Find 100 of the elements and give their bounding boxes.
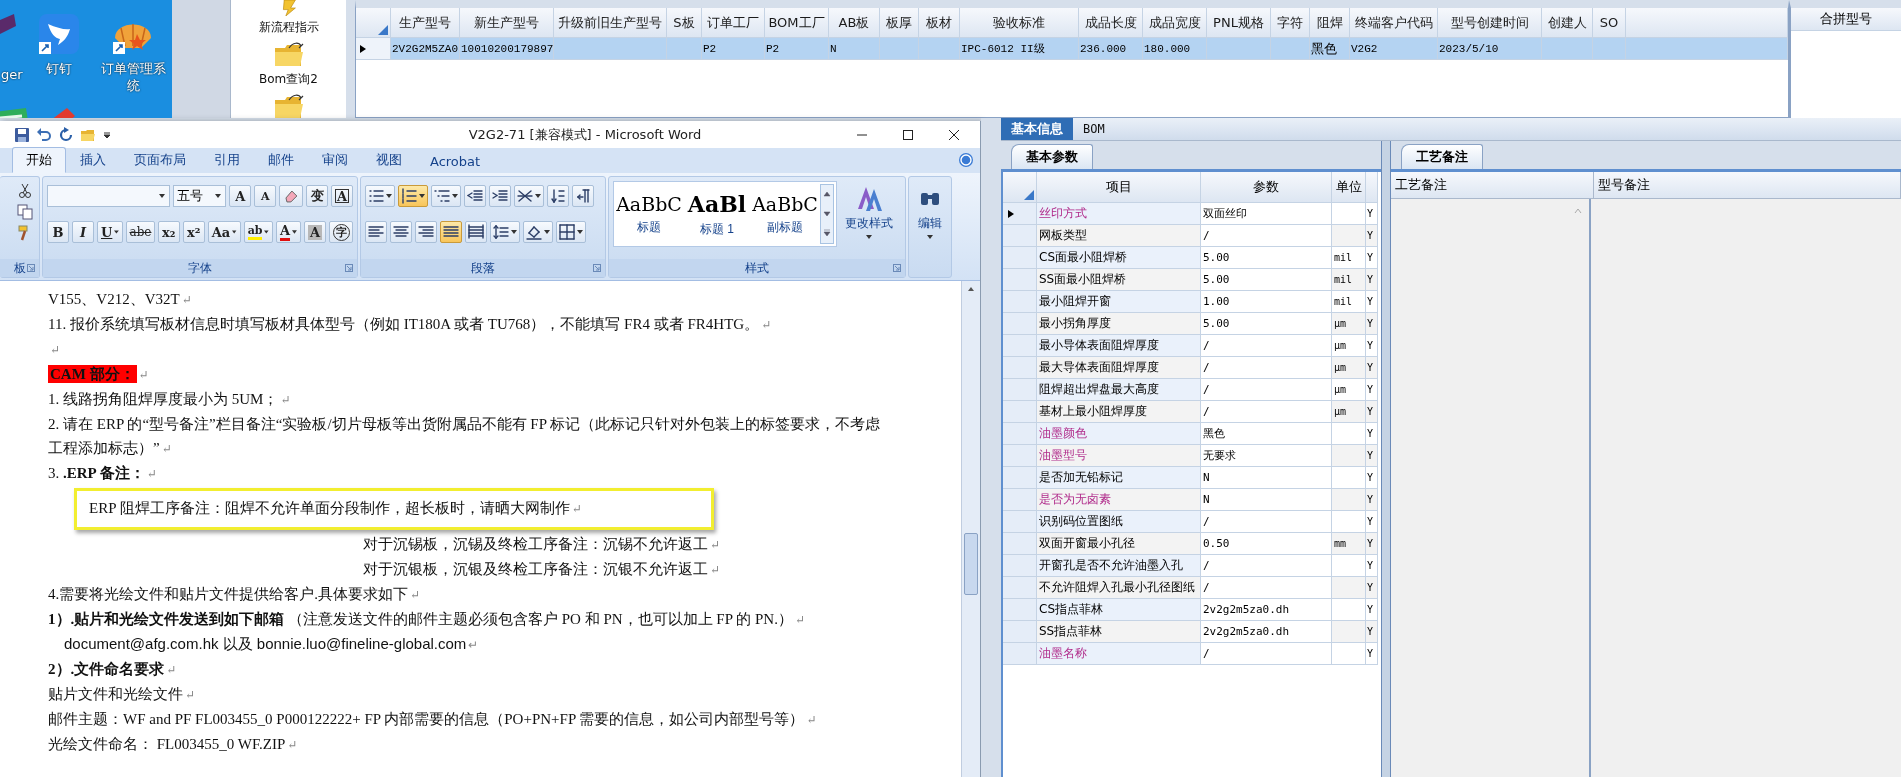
parameter-value[interactable]: / <box>1201 379 1332 401</box>
shade-button[interactable]: A <box>304 221 327 243</box>
shrink-button[interactable]: A <box>254 185 277 207</box>
ribbon-tab[interactable]: Acrobat <box>416 150 495 173</box>
parameter-value[interactable]: / <box>1201 225 1332 247</box>
column-header[interactable]: 升级前旧生产型号 <box>554 8 667 38</box>
column-header[interactable]: 型号备注 <box>1594 172 1901 198</box>
italic-button[interactable]: I <box>72 221 94 243</box>
parameter-value[interactable]: N <box>1201 489 1332 511</box>
paint-bucket-button[interactable] <box>523 221 553 243</box>
indent-button[interactable] <box>489 185 511 207</box>
ribbon-tab[interactable]: 邮件 <box>254 147 308 173</box>
numbered-list-button[interactable] <box>398 185 428 207</box>
redo-icon[interactable] <box>58 126 74 143</box>
outdent-button[interactable] <box>464 185 486 207</box>
parameter-value[interactable]: / <box>1201 577 1332 599</box>
change-styles-button[interactable]: 更改样式 <box>843 181 895 247</box>
column-header[interactable]: 验收标准 <box>960 8 1079 38</box>
border-button[interactable]: A <box>331 185 353 207</box>
column-header[interactable]: 终端客户代码 <box>1350 8 1438 38</box>
parameter-value[interactable]: 黑色 <box>1201 423 1332 445</box>
column-header[interactable]: 生产型号 <box>391 8 460 38</box>
parameter-value[interactable]: 5.00 <box>1201 313 1332 335</box>
parameter-value[interactable]: N <box>1201 467 1332 489</box>
ribbon-tab[interactable]: 视图 <box>362 147 416 173</box>
folder-icon[interactable] <box>272 40 305 68</box>
grow-button[interactable]: A <box>229 185 252 207</box>
nav-label[interactable]: 新流程指示 <box>258 19 319 36</box>
case-button[interactable]: Aa <box>207 221 241 243</box>
close-icon[interactable] <box>948 128 960 141</box>
column-header[interactable]: 阻焊 <box>1310 8 1350 38</box>
column-header[interactable]: PNL规格 <box>1207 8 1271 38</box>
folder-icon[interactable] <box>272 92 305 118</box>
row-header[interactable] <box>1003 203 1037 225</box>
strike-button[interactable]: abe <box>126 221 155 243</box>
parameter-value[interactable]: / <box>1201 335 1332 357</box>
column-header[interactable]: 板材 <box>919 8 960 38</box>
column-header[interactable]: 板厚 <box>880 8 919 38</box>
scroll-up-icon[interactable] <box>966 285 976 293</box>
clear-button[interactable] <box>279 185 303 207</box>
ribbon-tab[interactable]: 开始 <box>12 147 66 173</box>
panel-tab[interactable]: 工艺备注 <box>1401 144 1483 169</box>
launcher-icon[interactable] <box>27 264 35 272</box>
launcher-icon[interactable] <box>345 264 353 272</box>
launcher-icon[interactable] <box>893 264 901 272</box>
column-header[interactable]: 成品长度 <box>1079 8 1143 38</box>
help-icon[interactable] <box>958 152 974 168</box>
column-header[interactable]: 参数 <box>1201 172 1332 203</box>
panel-tab[interactable]: 基本参数 <box>1011 144 1093 169</box>
sort-button[interactable] <box>547 185 569 207</box>
line-spacing-button[interactable] <box>490 221 520 243</box>
parameter-value[interactable]: 5.00 <box>1201 269 1332 291</box>
column-header[interactable]: 型号创建时间 <box>1438 8 1542 38</box>
column-header[interactable]: 单位 <box>1332 172 1366 203</box>
parameter-value[interactable]: 2v2g2m5za0.dh <box>1201 599 1332 621</box>
customize-caret-icon[interactable] <box>102 129 112 140</box>
column-header[interactable]: 成品宽度 <box>1143 8 1207 38</box>
cross-arrows-button[interactable] <box>514 185 544 207</box>
scroll-thumb[interactable] <box>964 533 978 595</box>
ribbon-tab[interactable]: 插入 <box>66 147 120 173</box>
nav-label[interactable]: Bom查询2 <box>259 71 318 88</box>
font-name-field[interactable] <box>47 185 170 207</box>
color-button[interactable]: A <box>276 221 302 243</box>
editing-button[interactable]: 编辑 <box>911 181 949 242</box>
panel-tab[interactable]: BOM <box>1073 118 1115 140</box>
parameter-value[interactable]: / <box>1201 357 1332 379</box>
pilcrow-button[interactable] <box>572 185 594 207</box>
bulleted-list-button[interactable] <box>365 185 395 207</box>
column-header[interactable]: AB板 <box>829 8 880 38</box>
parameter-value[interactable]: / <box>1201 401 1332 423</box>
align-center-button[interactable] <box>390 221 412 243</box>
scissors-icon[interactable] <box>17 183 33 199</box>
column-header[interactable]: 字符 <box>1271 8 1310 38</box>
gallery-scroll-icon[interactable] <box>820 184 834 244</box>
highlight-button[interactable]: ab <box>243 221 274 243</box>
column-header[interactable]: 订单工厂 <box>702 8 765 38</box>
column-header[interactable]: BOM工厂 <box>765 8 829 38</box>
column-header[interactable]: 项目 <box>1037 172 1201 203</box>
ribbon-tab[interactable]: 引用 <box>200 147 254 173</box>
copy-icon[interactable] <box>17 204 33 220</box>
panel-tab[interactable]: 基本信息 <box>1001 118 1073 140</box>
row-header[interactable] <box>356 38 391 60</box>
distributed-button[interactable] <box>465 221 487 243</box>
parameter-value[interactable]: 5.00 <box>1201 247 1332 269</box>
column-header[interactable]: 创建人 <box>1542 8 1593 38</box>
sub-button[interactable]: x₂ <box>157 221 180 243</box>
column-header[interactable]: 工艺备注 <box>1391 172 1594 198</box>
parameter-value[interactable]: / <box>1201 511 1332 533</box>
sup-button[interactable]: x² <box>182 221 205 243</box>
launcher-icon[interactable] <box>593 264 601 272</box>
border-button[interactable] <box>556 221 586 243</box>
justify-button[interactable] <box>440 221 462 243</box>
splitter[interactable] <box>1381 141 1391 777</box>
parameter-value[interactable]: / <box>1201 555 1332 577</box>
parameter-value[interactable]: 无要求 <box>1201 445 1332 467</box>
scrollbar[interactable] <box>961 281 980 777</box>
multilevel-list-button[interactable] <box>431 185 461 207</box>
parameter-value[interactable]: 2v2g2m5za0.dh <box>1201 621 1332 643</box>
column-header[interactable]: SO <box>1593 8 1626 38</box>
maximize-icon[interactable] <box>902 128 914 141</box>
